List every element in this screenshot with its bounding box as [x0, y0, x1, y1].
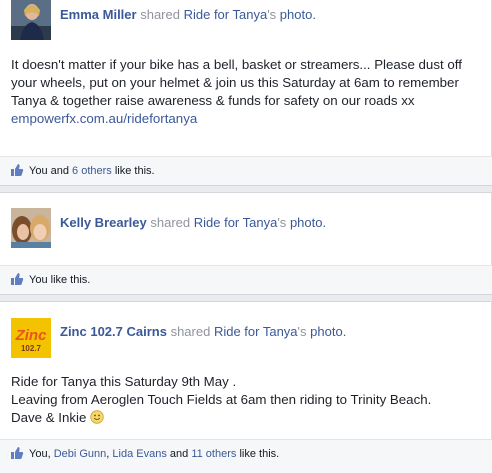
- likes-bar: You, Debi Gunn, Lida Evans and 11 others…: [0, 439, 492, 473]
- possessive: 's: [267, 7, 277, 22]
- likes-prefix: You and: [29, 165, 69, 177]
- photo-link[interactable]: photo.: [290, 215, 326, 230]
- author-link[interactable]: Zinc 102.7 Cairns: [60, 324, 167, 339]
- author-link[interactable]: Emma Miller: [60, 7, 137, 22]
- page-link[interactable]: Ride for Tanya: [214, 324, 298, 339]
- shared-verb: shared: [150, 215, 191, 230]
- likes-others-link[interactable]: 6 others: [72, 165, 112, 177]
- story-title: Emma Miller shared Ride for Tanya's phot…: [60, 7, 316, 22]
- feed-story-3: Zinc 102.7 Zinc 102.7 Cairns shared Ride…: [0, 302, 492, 473]
- likes-prefix: You like this.: [29, 274, 91, 286]
- post-line-1: Ride for Tanya this Saturday 9th May .: [11, 374, 237, 389]
- photo-link[interactable]: photo.: [280, 7, 316, 22]
- likes-bar: You and 6 others like this.: [0, 156, 492, 185]
- likes-bar: You like this.: [0, 265, 492, 294]
- likes-and: and: [169, 448, 189, 460]
- likes-summary: You and 6 others like this.: [29, 165, 155, 177]
- likes-suffix: like this.: [239, 448, 280, 460]
- avatar[interactable]: [11, 0, 51, 40]
- likes-others-link[interactable]: 11 others: [191, 448, 236, 460]
- likes-suffix: like this.: [114, 165, 155, 177]
- post-line-2: Leaving from Aeroglen Touch Fields at 6a…: [11, 392, 432, 407]
- page-link[interactable]: Ride for Tanya: [184, 7, 268, 22]
- avatar[interactable]: [11, 208, 51, 248]
- possessive: 's: [297, 324, 307, 339]
- author-link[interactable]: Kelly Brearley: [60, 215, 147, 230]
- story-separator: [0, 185, 492, 193]
- post-text: Ride for Tanya this Saturday 9th May . L…: [11, 373, 481, 427]
- post-line-3-text: Dave & Inkie: [11, 410, 87, 425]
- like-thumb-icon[interactable]: [10, 163, 24, 177]
- possessive: 's: [277, 215, 287, 230]
- shared-verb: shared: [140, 7, 180, 22]
- story-separator: [0, 294, 492, 302]
- post-line-3: Dave & Inkie: [11, 409, 481, 427]
- like-thumb-icon[interactable]: [10, 446, 24, 460]
- svg-text:Zinc: Zinc: [15, 327, 47, 344]
- likes-prefix: You,: [29, 448, 51, 460]
- like-thumb-icon[interactable]: [10, 272, 24, 286]
- post-url[interactable]: empowerfx.com.au/ridefortanya: [11, 110, 481, 128]
- zinc-logo-avatar[interactable]: Zinc 102.7: [11, 318, 51, 358]
- svg-text:102.7: 102.7: [21, 344, 42, 353]
- story-title: Kelly Brearley shared Ride for Tanya's p…: [60, 215, 326, 230]
- page-link[interactable]: Ride for Tanya: [194, 215, 278, 230]
- feed-story-2: Kelly Brearley shared Ride for Tanya's p…: [0, 193, 492, 294]
- liker-link-1[interactable]: Debi Gunn: [54, 448, 107, 460]
- shared-verb: shared: [170, 324, 211, 339]
- likes-summary: You, Debi Gunn, Lida Evans and 11 others…: [29, 448, 279, 460]
- post-message: It doesn't matter if your bike has a bel…: [11, 57, 462, 108]
- news-feed: Emma Miller shared Ride for Tanya's phot…: [0, 0, 492, 473]
- smile-emoji-icon: [90, 410, 104, 424]
- liker-link-2[interactable]: Lida Evans: [112, 448, 166, 460]
- photo-link[interactable]: photo.: [310, 324, 346, 339]
- feed-story-1: Emma Miller shared Ride for Tanya's phot…: [0, 0, 492, 185]
- post-text: It doesn't matter if your bike has a bel…: [11, 56, 481, 128]
- likes-comma: ,: [106, 448, 110, 460]
- story-title: Zinc 102.7 Cairns shared Ride for Tanya'…: [60, 324, 346, 339]
- likes-summary: You like this.: [29, 274, 90, 286]
